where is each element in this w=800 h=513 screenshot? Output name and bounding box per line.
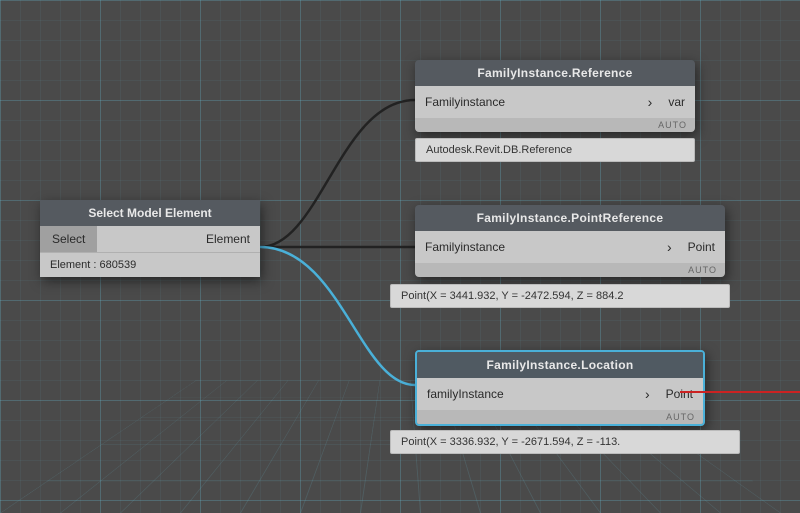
family-instance-location-body: familyInstance › Point (417, 378, 703, 410)
select-model-element-title: Select Model Element (40, 200, 260, 226)
axis-line (680, 391, 800, 393)
family-instance-reference-input: Familyinstance (415, 89, 642, 115)
family-instance-point-reference-body: Familyinstance › Point (415, 231, 725, 263)
family-instance-point-reference-output: Point (678, 234, 725, 260)
family-instance-point-reference-title: FamilyInstance.PointReference (415, 205, 725, 231)
arrow-icon-2: › (661, 239, 678, 255)
family-instance-reference-output: var (658, 89, 695, 115)
family-instance-point-reference-output-box: Point(X = 3441.932, Y = -2472.594, Z = 8… (390, 284, 730, 308)
family-instance-location-output: Point (656, 381, 703, 407)
arrow-icon-3: › (639, 386, 656, 402)
element-info: Element : 680539 (40, 252, 260, 277)
family-instance-point-reference-input: Familyinstance (415, 234, 661, 260)
select-button[interactable]: Select (40, 226, 97, 252)
family-instance-location-input: familyInstance (417, 381, 639, 407)
select-node-row: Select Element (40, 226, 260, 252)
family-instance-location-title: FamilyInstance.Location (417, 352, 703, 378)
family-instance-location-output-box: Point(X = 3336.932, Y = -2671.594, Z = -… (390, 430, 740, 454)
family-instance-point-reference-node: FamilyInstance.PointReference Familyinst… (415, 205, 725, 277)
element-output-label: Element (97, 226, 260, 252)
family-instance-reference-body: Familyinstance › var (415, 86, 695, 118)
family-instance-reference-title: FamilyInstance.Reference (415, 60, 695, 86)
family-instance-location-node: FamilyInstance.Location familyInstance ›… (415, 350, 705, 426)
arrow-icon: › (642, 94, 659, 110)
family-instance-reference-output-box: Autodesk.Revit.DB.Reference (415, 138, 695, 162)
family-instance-reference-node: FamilyInstance.Reference Familyinstance … (415, 60, 695, 132)
family-instance-point-reference-footer: AUTO (415, 263, 725, 277)
family-instance-reference-footer: AUTO (415, 118, 695, 132)
family-instance-location-footer: AUTO (417, 410, 703, 424)
select-model-element-node: Select Model Element Select Element Elem… (40, 200, 260, 277)
